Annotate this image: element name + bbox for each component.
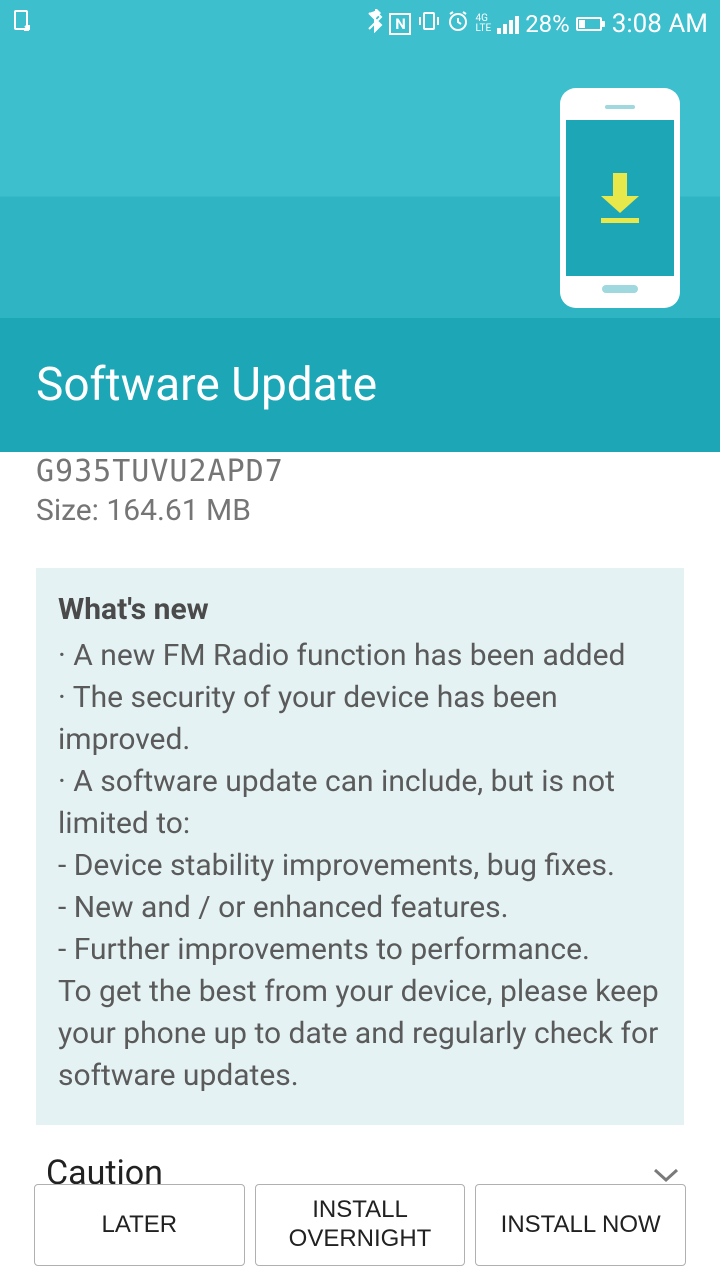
hero-banner xyxy=(0,48,720,318)
alarm-icon xyxy=(447,10,469,38)
status-bar: N 4GLTE 28% 3:08 AM xyxy=(0,0,720,48)
page-title: Software Update xyxy=(36,358,377,412)
rotate-icon xyxy=(12,9,32,39)
content-area[interactable]: G935TUVU2APD7 Size: 164.61 MB What's new… xyxy=(0,454,720,1217)
size-text: Size: 164.61 MB xyxy=(36,493,684,528)
bluetooth-icon xyxy=(367,9,383,39)
status-right: N 4GLTE 28% 3:08 AM xyxy=(367,9,708,39)
battery-percent: 28% xyxy=(525,10,570,38)
whats-new-body: · A new FM Radio function has been added… xyxy=(58,635,662,1097)
battery-icon xyxy=(576,17,602,31)
action-buttons: LATER INSTALL OVERNIGHT INSTALL NOW xyxy=(34,1184,686,1266)
whats-new-panel: What's new · A new FM Radio function has… xyxy=(36,568,684,1125)
signal-icon xyxy=(497,14,519,34)
clock: 3:08 AM xyxy=(612,9,708,39)
install-overnight-button[interactable]: INSTALL OVERNIGHT xyxy=(255,1184,466,1266)
status-left xyxy=(12,9,32,39)
vibrate-icon xyxy=(417,10,441,38)
whats-new-title: What's new xyxy=(58,592,662,627)
install-now-button[interactable]: INSTALL NOW xyxy=(475,1184,686,1266)
phone-illustration xyxy=(560,88,680,308)
title-bar: Software Update xyxy=(0,318,720,452)
version-text: G935TUVU2APD7 xyxy=(36,454,684,489)
lte-icon: 4GLTE xyxy=(475,14,491,34)
download-icon xyxy=(595,168,645,228)
later-button[interactable]: LATER xyxy=(34,1184,245,1266)
nfc-icon: N xyxy=(389,13,411,35)
